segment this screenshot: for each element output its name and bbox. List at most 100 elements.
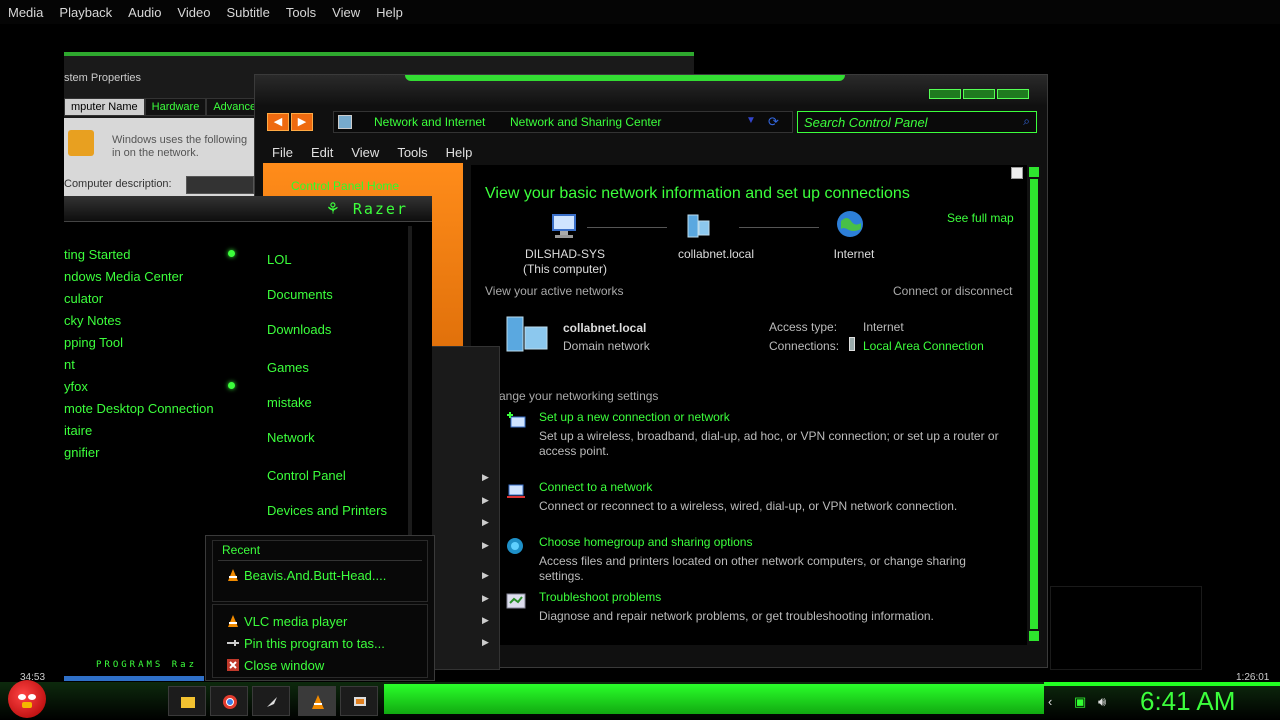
program-magnifier[interactable]: gnifier xyxy=(64,445,99,460)
close-icon xyxy=(227,659,239,671)
scroll-up-arrow[interactable] xyxy=(1029,167,1039,177)
scroll-thumb[interactable] xyxy=(1030,179,1038,629)
see-full-map-link[interactable]: See full map xyxy=(947,211,1014,225)
new-connection-icon xyxy=(507,412,526,428)
start-link-documents[interactable]: Documents xyxy=(267,287,333,302)
taskbar-vlc[interactable] xyxy=(298,686,336,716)
globe-icon xyxy=(837,211,863,237)
active-network-type[interactable]: Domain network xyxy=(563,339,650,353)
local-area-connection-link[interactable]: Local Area Connection xyxy=(863,339,984,353)
program-snipping-tool[interactable]: pping Tool xyxy=(64,335,123,350)
chevron-right-icon[interactable]: ▶ xyxy=(482,615,489,626)
start-link-devices-printers[interactable]: Devices and Printers xyxy=(267,503,387,518)
menu-video[interactable]: Video xyxy=(169,5,218,20)
tab-computer-name[interactable]: mputer Name xyxy=(64,98,145,116)
jump-list-recent-item[interactable]: Beavis.And.Butt-Head.... xyxy=(244,568,386,583)
taskbar-clock[interactable]: 6:41 AM xyxy=(1140,686,1235,717)
setup-connection-link[interactable]: Set up a new connection or network xyxy=(539,410,730,424)
menu-file[interactable]: File xyxy=(263,143,302,162)
start-orb-eye xyxy=(28,694,36,700)
help-icon[interactable] xyxy=(1011,167,1023,179)
taskbar-explorer[interactable] xyxy=(168,686,206,716)
menu-help[interactable]: Help xyxy=(437,143,482,162)
connect-disconnect-link[interactable]: Connect or disconnect xyxy=(893,284,1012,298)
search-box[interactable]: ⌕ xyxy=(797,111,1037,133)
chevron-right-icon[interactable]: ▶ xyxy=(482,593,489,604)
computer-description-input[interactable] xyxy=(186,176,254,194)
menu-subtitle[interactable]: Subtitle xyxy=(218,5,277,20)
network-tray-icon[interactable]: ▣ xyxy=(1074,694,1086,710)
menu-playback[interactable]: Playback xyxy=(51,5,120,20)
menu-audio[interactable]: Audio xyxy=(120,5,169,20)
menu-help[interactable]: Help xyxy=(368,5,411,20)
breadcrumb-sharing-center[interactable]: Network and Sharing Center xyxy=(510,115,661,129)
menu-media[interactable]: Media xyxy=(0,5,51,20)
address-bar-row: ◀ ▶ Network and Internet Network and Sha… xyxy=(265,111,1041,135)
troubleshoot-link[interactable]: Troubleshoot problems xyxy=(539,590,661,604)
programs-strip: PROGRAMS Raz xyxy=(96,660,198,670)
maximize-button[interactable] xyxy=(963,89,995,99)
vlc-seek-bar[interactable] xyxy=(64,676,204,681)
program-paint[interactable]: nt xyxy=(64,357,75,372)
menu-view[interactable]: View xyxy=(324,5,368,20)
window-title-bar[interactable] xyxy=(255,75,1047,105)
taskbar-chrome[interactable] xyxy=(210,686,248,716)
start-button[interactable] xyxy=(8,680,46,718)
program-calculator[interactable]: culator xyxy=(64,291,103,306)
jump-list-pin[interactable]: Pin this program to tas... xyxy=(244,636,385,651)
connections-label: Connections: xyxy=(769,339,840,353)
homegroup-sharing-link[interactable]: Choose homegroup and sharing options xyxy=(539,535,752,549)
control-panel-home-link[interactable]: Control Panel Home xyxy=(291,179,399,193)
scroll-down-arrow[interactable] xyxy=(1029,631,1039,641)
jump-list-vlc[interactable]: VLC media player xyxy=(244,614,347,629)
close-button[interactable] xyxy=(997,89,1029,99)
search-input[interactable] xyxy=(804,114,1014,130)
sysprops-panel: Windows uses the following in on the net… xyxy=(64,118,254,198)
start-link-games[interactable]: Games xyxy=(267,360,309,375)
start-link-lol[interactable]: LOL xyxy=(267,252,292,267)
address-dropdown-icon[interactable]: ▼ xyxy=(746,115,756,126)
show-hidden-icons[interactable]: ‹ xyxy=(1048,694,1052,709)
connect-network-link[interactable]: Connect to a network xyxy=(539,480,652,494)
chevron-right-icon[interactable]: ▶ xyxy=(482,472,489,483)
start-link-mistake[interactable]: mistake xyxy=(267,395,312,410)
breadcrumb-network-internet[interactable]: Network and Internet xyxy=(374,115,485,129)
pin-icon xyxy=(227,640,239,646)
jump-list-close-window[interactable]: Close window xyxy=(244,658,324,673)
chevron-right-icon[interactable]: ▶ xyxy=(482,495,489,506)
jump-list-recent-label: Recent xyxy=(222,543,261,557)
chevron-right-icon[interactable]: ▶ xyxy=(482,540,489,551)
forward-button[interactable]: ▶ xyxy=(291,113,313,131)
refresh-icon[interactable]: ⟳ xyxy=(768,114,779,130)
program-remote-desktop[interactable]: mote Desktop Connection xyxy=(64,401,214,416)
menu-edit[interactable]: Edit xyxy=(302,143,342,162)
program-solitaire[interactable]: itaire xyxy=(64,423,92,438)
minimize-button[interactable] xyxy=(929,89,961,99)
vlc-cone-icon xyxy=(228,615,238,627)
menu-tools[interactable]: Tools xyxy=(388,143,436,162)
vertical-scrollbar[interactable] xyxy=(1027,165,1041,645)
start-link-downloads[interactable]: Downloads xyxy=(267,322,331,337)
back-button[interactable]: ◀ xyxy=(267,113,289,131)
chevron-right-icon[interactable]: ▶ xyxy=(482,637,489,648)
taskbar-rocket[interactable] xyxy=(252,686,290,716)
jump-list-divider xyxy=(218,560,422,561)
taskbar-network-center[interactable] xyxy=(340,686,378,716)
start-link-control-panel[interactable]: Control Panel xyxy=(267,468,346,483)
menu-tools[interactable]: Tools xyxy=(278,5,324,20)
menu-view[interactable]: View xyxy=(342,143,388,162)
tab-hardware[interactable]: Hardware xyxy=(144,98,207,116)
search-icon[interactable]: ⌕ xyxy=(1023,114,1030,129)
start-link-network[interactable]: Network xyxy=(267,430,315,445)
razer-brand: Razer xyxy=(352,200,408,218)
program-sticky-notes[interactable]: cky Notes xyxy=(64,313,121,328)
chevron-right-icon[interactable]: ▶ xyxy=(482,517,489,528)
program-firefox[interactable]: yfox xyxy=(64,379,88,394)
volume-icon[interactable]: 🔊︎ xyxy=(1098,694,1106,710)
program-getting-started[interactable]: ting Started xyxy=(64,247,131,262)
sysprops-panel-text: Windows uses the following in on the net… xyxy=(112,134,248,159)
chevron-right-icon[interactable]: ▶ xyxy=(482,570,489,581)
address-bar[interactable]: Network and Internet Network and Sharing… xyxy=(333,111,793,133)
start-menu-divider xyxy=(408,226,412,536)
program-media-center[interactable]: ndows Media Center xyxy=(64,269,183,284)
